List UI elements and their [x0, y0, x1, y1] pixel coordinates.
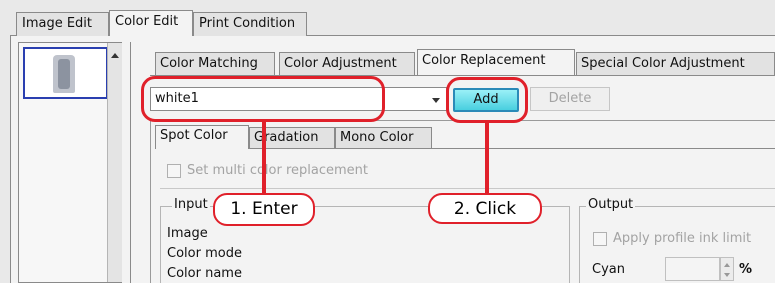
name-combobox-value: white1 [155, 91, 199, 106]
stepper-up-icon[interactable] [724, 263, 730, 267]
tab-color-replacement[interactable]: Color Replacement [417, 49, 575, 75]
multi-color-checkbox[interactable] [167, 164, 181, 178]
tab-mono-color[interactable]: Mono Color [335, 127, 432, 149]
tab-print-condition[interactable]: Print Condition [193, 12, 307, 36]
cyan-unit: % [739, 262, 753, 277]
input-group-title: Input [172, 197, 210, 212]
scrollbar[interactable] [107, 43, 122, 282]
input-row-color-name: Color name [167, 266, 242, 281]
stepper-down-icon[interactable] [724, 273, 730, 277]
separator [160, 188, 775, 189]
cyan-label: Cyan [592, 262, 625, 277]
tab-special-color-adjustment[interactable]: Special Color Adjustment [576, 52, 775, 76]
tab-color-edit[interactable]: Color Edit [109, 10, 193, 36]
multi-color-label: Set multi color replacement [187, 163, 369, 178]
apply-profile-label: Apply profile ink limit [613, 231, 752, 246]
thumbnail-list[interactable] [18, 42, 122, 283]
add-button[interactable]: Add [453, 88, 519, 112]
output-group-title: Output [586, 197, 636, 212]
step2-callout: 2. Click [428, 193, 542, 224]
apply-profile-checkbox[interactable] [593, 232, 607, 246]
cyan-input[interactable] [665, 257, 720, 281]
tab-image-edit[interactable]: Image Edit [16, 12, 109, 36]
step1-callout: 1. Enter [213, 193, 315, 226]
input-row-image: Image [167, 226, 208, 241]
sub-tab-baseline [150, 75, 775, 76]
tab-color-matching[interactable]: Color Matching [155, 52, 275, 76]
scroll-up-arrow-icon[interactable] [111, 53, 119, 58]
thumbnail-image-shade [58, 59, 70, 89]
connector-step1 [262, 121, 266, 195]
delete-button[interactable]: Delete [530, 87, 610, 111]
thumbnail-selected[interactable] [23, 47, 108, 99]
name-combobox[interactable]: white1 [150, 87, 447, 111]
tab-spot-color[interactable]: Spot Color [155, 125, 249, 149]
cyan-stepper[interactable] [720, 257, 734, 281]
input-row-color-mode: Color mode [167, 246, 242, 261]
connector-step2 [485, 122, 489, 194]
chevron-down-icon[interactable] [432, 98, 440, 103]
tab-color-adjustment[interactable]: Color Adjustment [279, 52, 415, 76]
